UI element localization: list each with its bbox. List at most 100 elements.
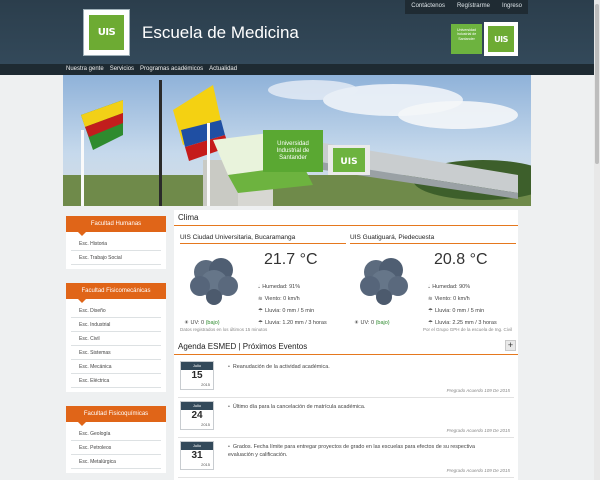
event-source: Pregrado Acuerdo 109 De 2015 (446, 388, 510, 393)
agenda-panel: Agenda ESMED | Próximos Eventos + Julio … (174, 338, 518, 480)
event-date: Julio 31 2015 (180, 441, 214, 470)
nav-item-nuestra-gente[interactable]: Nuestra gente (66, 64, 104, 75)
humidity-row: 💧︎ Humedad: 90% (428, 284, 470, 291)
university-logo[interactable]: UIS (484, 22, 518, 56)
event-day: 24 (191, 410, 203, 421)
campus-photo: Universidad Industrial de Santander UIS (63, 80, 531, 206)
weather-station-1: UIS Ciudad Universitaria, Bucaramanga 21… (180, 234, 346, 326)
sign-text: Universidad Industrial de Santander (277, 141, 310, 161)
wind-row: ≋ Viento: 0 km/h (428, 296, 470, 302)
event-source: Pregrado Acuerdo 109 De 2015 (446, 428, 510, 433)
event-year: 2015 (201, 382, 210, 387)
uv-level: (bajo) (375, 320, 390, 326)
humidity-row: 💧︎ Humedad: 91% (258, 284, 300, 291)
site-title[interactable]: Escuela de Medicina (142, 23, 299, 43)
faculty-block-fisicomecanicas: Facultad Fisicomecánicas Esc. Diseño Esc… (66, 283, 166, 392)
temperature: 21.7 °C (264, 251, 318, 268)
uv-value: UV: 0 (190, 320, 205, 326)
event-year: 2015 (201, 422, 210, 427)
faculty-sidebar: Facultad Humanas Esc. Historia Esc. Trab… (66, 216, 166, 480)
flag-santander-icon (81, 100, 123, 150)
station-name[interactable]: UIS Guatiguará, Piedecuesta (350, 234, 516, 244)
event-month: Julio (181, 442, 213, 450)
university-badge[interactable]: Universidad Industrial de Santander (451, 24, 482, 54)
agenda-expand-button[interactable]: + (505, 340, 516, 351)
weather-station-2: UIS Guatiguará, Piedecuesta 20.8 °C 💧︎ Hu… (350, 234, 516, 326)
faculty-link[interactable]: Esc. Industrial (71, 318, 161, 332)
event-year: 2015 (201, 462, 210, 467)
humidity-value: Humedad: 90% (432, 284, 471, 290)
faculty-link[interactable]: Esc. Mecánica (71, 360, 161, 374)
event-month: Julio (181, 402, 213, 410)
faculty-link[interactable]: Esc. Trabajo Social (71, 251, 161, 265)
uv-row: ☀ UV: 0 (bajo) (184, 320, 220, 326)
faculty-heading[interactable]: Facultad Humanas (66, 216, 166, 236)
wind-row: ≋ Viento: 0 km/h (258, 296, 300, 302)
cloud-icon (190, 258, 238, 305)
event-day: 15 (191, 370, 203, 381)
rain-rate-row: ☂ Lluvia: 0 mm / 5 min (258, 308, 314, 314)
rain-total-row: ☂ Lluvia: 1.20 mm / 3 horas (258, 320, 327, 326)
rain-rate-value: Lluvia: 0 mm / 5 min (264, 308, 315, 314)
weather-note-left: Datos registrados en los últimos 15 minu… (180, 327, 268, 332)
hero-banner: Universidad Industrial de Santander UIS (63, 75, 531, 206)
sun-icon: ☀ (354, 320, 359, 326)
event-description[interactable]: Reanudación de la actividad académica. (228, 363, 498, 371)
faculty-link[interactable]: Esc. Eléctrica (71, 374, 161, 388)
event-description[interactable]: Grados. Fecha límite para entregar proye… (228, 443, 498, 459)
event-date: Julio 15 2015 (180, 361, 214, 390)
event-source: Pregrado Acuerdo 109 De 2015 (446, 468, 510, 473)
contact-link[interactable]: Contáctenos (405, 0, 451, 14)
nav-item-programas[interactable]: Programas académicos (140, 64, 203, 75)
wind-icon: ≋ (428, 296, 433, 302)
weather-title: Clima (174, 210, 518, 226)
faculty-heading[interactable]: Facultad Fisicomecánicas (66, 283, 166, 303)
event-description[interactable]: Último día para la cancelación de matríc… (228, 403, 498, 411)
rain-total-value: Lluvia: 2.25 mm / 3 horas (434, 320, 497, 326)
humidity-value: Humedad: 91% (262, 284, 301, 290)
weather-note-right: Por el Grupo GPH de la escuela de Ing. C… (422, 327, 512, 332)
faculty-heading[interactable]: Facultad Fisicoquímicas (66, 406, 166, 426)
faculty-link[interactable]: Esc. Historia (71, 237, 161, 251)
register-link[interactable]: Regístrarme (451, 0, 496, 14)
weather-panel: Clima UIS Ciudad Universitaria, Bucarama… (174, 210, 518, 340)
faculty-link[interactable]: Esc. Sistemas (71, 346, 161, 360)
faculty-link[interactable]: Esc. Petroleos (71, 441, 161, 455)
faculty-link[interactable]: Esc. Civil (71, 332, 161, 346)
nav-item-servicios[interactable]: Servicios (110, 64, 134, 75)
station-name[interactable]: UIS Ciudad Universitaria, Bucaramanga (180, 234, 346, 244)
event-item[interactable]: Julio 24 2015 Último día para la cancela… (178, 398, 514, 438)
wind-icon: ≋ (258, 296, 263, 302)
event-month: Julio (181, 362, 213, 370)
uis-logo-icon-small: UIS (488, 26, 514, 52)
faculty-link[interactable]: Esc. Geología (71, 427, 161, 441)
site-logo[interactable]: UIS (83, 9, 130, 56)
event-item[interactable]: Julio 15 2015 Reanudación de la activida… (178, 358, 514, 398)
login-link[interactable]: Ingreso (496, 0, 528, 14)
rain-total-value: Lluvia: 1.20 mm / 3 horas (264, 320, 327, 326)
event-date: Julio 24 2015 (180, 401, 214, 430)
uv-value: UV: 0 (360, 320, 375, 326)
wind-value: Viento: 0 km/h (264, 296, 300, 302)
faculty-link[interactable]: Esc. Metalúrgica (71, 455, 161, 469)
faculty-link[interactable]: Esc. Diseño (71, 304, 161, 318)
wind-value: Viento: 0 km/h (434, 296, 470, 302)
site-header: Contáctenos Regístrarme Ingreso UIS Escu… (0, 0, 600, 64)
umbrella-icon: ☂ (428, 320, 433, 326)
agenda-header: Agenda ESMED | Próximos Eventos + (174, 338, 518, 355)
sun-icon: ☀ (184, 320, 189, 326)
uv-row: ☀ UV: 0 (bajo) (354, 320, 390, 326)
event-item[interactable]: Julio 31 2015 Grados. Fecha límite para … (178, 438, 514, 478)
event-day: 31 (191, 450, 203, 461)
umbrella-icon: ☂ (428, 308, 433, 314)
rain-rate-row: ☂ Lluvia: 0 mm / 5 min (428, 308, 484, 314)
main-nav: Nuestra gente Servicios Programas académ… (0, 64, 600, 75)
uis-logo-icon: UIS (89, 15, 124, 50)
humidity-icon: 💧︎ (258, 284, 261, 290)
top-links: Contáctenos Regístrarme Ingreso (405, 0, 528, 14)
umbrella-icon: ☂ (258, 308, 263, 314)
humidity-icon: 💧︎ (428, 284, 431, 290)
scrollbar-thumb[interactable] (595, 4, 599, 164)
university-sign: Universidad Industrial de Santander UIS (263, 130, 370, 175)
nav-item-actualidad[interactable]: Actualidad (209, 64, 237, 75)
